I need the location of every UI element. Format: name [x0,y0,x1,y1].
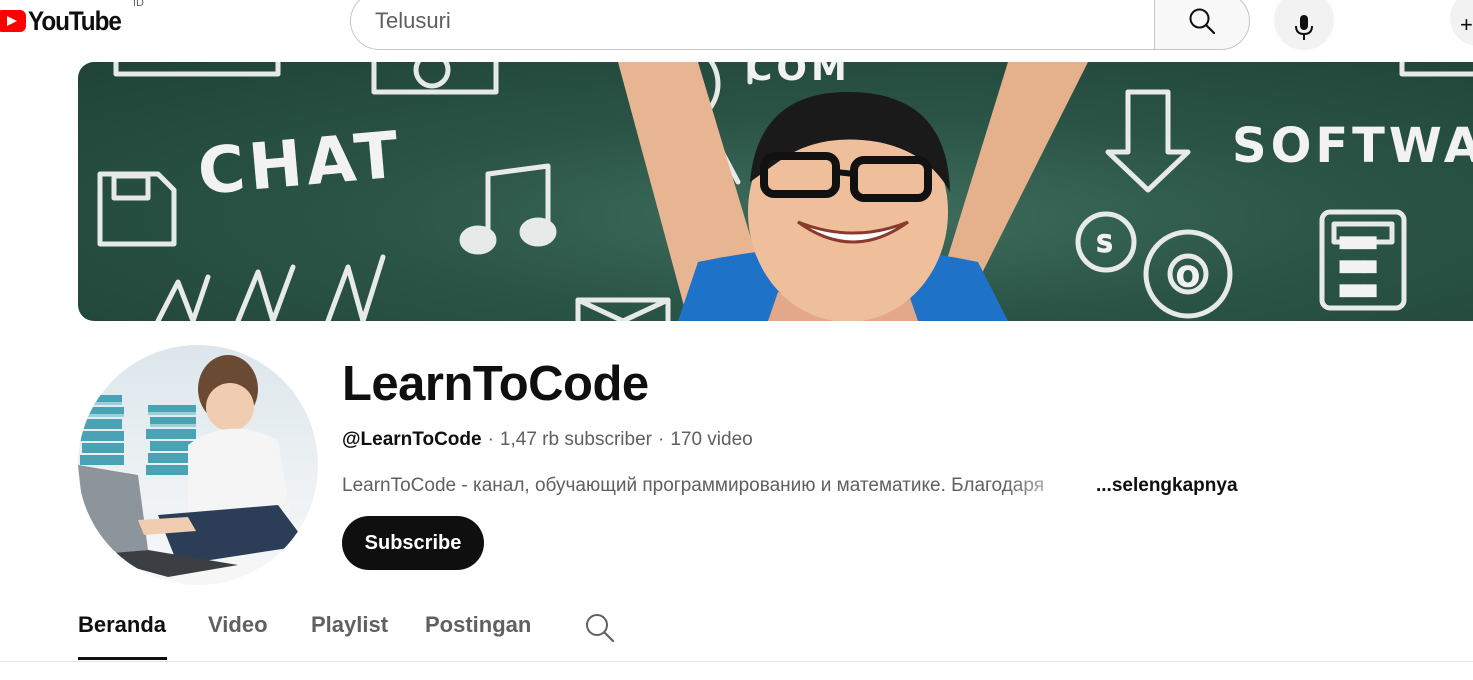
tab-posts[interactable]: Postingan [425,612,531,638]
tab-home[interactable]: Beranda [78,612,166,638]
channel-name: LearnToCode [342,357,649,411]
description-text: LearnToCode - канал, обучающий программи… [342,475,1044,496]
banner-artwork: ▦▦▦ ▦▦▦ ▦▦▦ O S CHAT SOFTWAR COM [97,62,1473,321]
create-icon: + [1460,12,1473,37]
channel-meta: @LearnToCode · 1,47 rb subscriber · 170 vide… [342,429,753,451]
tab-videos[interactable]: Video [208,612,268,638]
search-input[interactable] [375,3,1075,39]
tabs-divider [0,661,1473,662]
logo-text: YouTube [28,5,122,36]
meta-separator: · [657,429,665,450]
channel-banner: ▦▦▦ ▦▦▦ ▦▦▦ O S CHAT SOFTWAR COM [78,62,1473,321]
channel-handle[interactable]: @LearnToCode [342,429,482,450]
search-button[interactable] [1154,0,1250,50]
tab-playlists[interactable]: Playlist [311,612,388,638]
banner-kid [618,62,1088,321]
youtube-play-icon [0,10,26,32]
region-code: ID [133,0,144,9]
active-tab-indicator [78,657,167,660]
video-count: 170 video [670,429,753,450]
banner-word-chat: CHAT [195,118,405,210]
banner-word-software: SOFTWAR [1232,118,1473,174]
avatar-image [78,355,308,577]
svg-text:O: O [1176,260,1200,293]
microphone-icon [1295,15,1313,40]
subscribe-button[interactable]: Subscribe [342,516,484,570]
svg-text:▦▦▦: ▦▦▦ [1340,229,1376,253]
create-button[interactable]: + [1450,0,1473,46]
svg-text:S: S [1096,230,1113,258]
channel-avatar[interactable] [78,345,318,585]
channel-description[interactable]: LearnToCode - канал, обучающий программи… [342,475,1238,497]
search-icon[interactable] [584,612,616,644]
voice-search-button[interactable] [1274,0,1334,50]
channel-tabs: Beranda Video Playlist Postingan [78,600,1473,662]
svg-text:▦▦▦: ▦▦▦ [1340,277,1376,301]
search-icon [1189,8,1216,35]
search-box [350,0,1156,50]
svg-text:▦▦▦: ▦▦▦ [1340,253,1376,277]
youtube-logo[interactable]: YouTube [0,2,131,40]
banner-word-com: COM [746,62,851,89]
top-bar: YouTube ID + [0,0,1473,50]
meta-separator: · [487,429,494,450]
subscriber-count: 1,47 rb subscriber [499,429,652,450]
more-link[interactable]: ...selengkapnya [1096,475,1238,497]
